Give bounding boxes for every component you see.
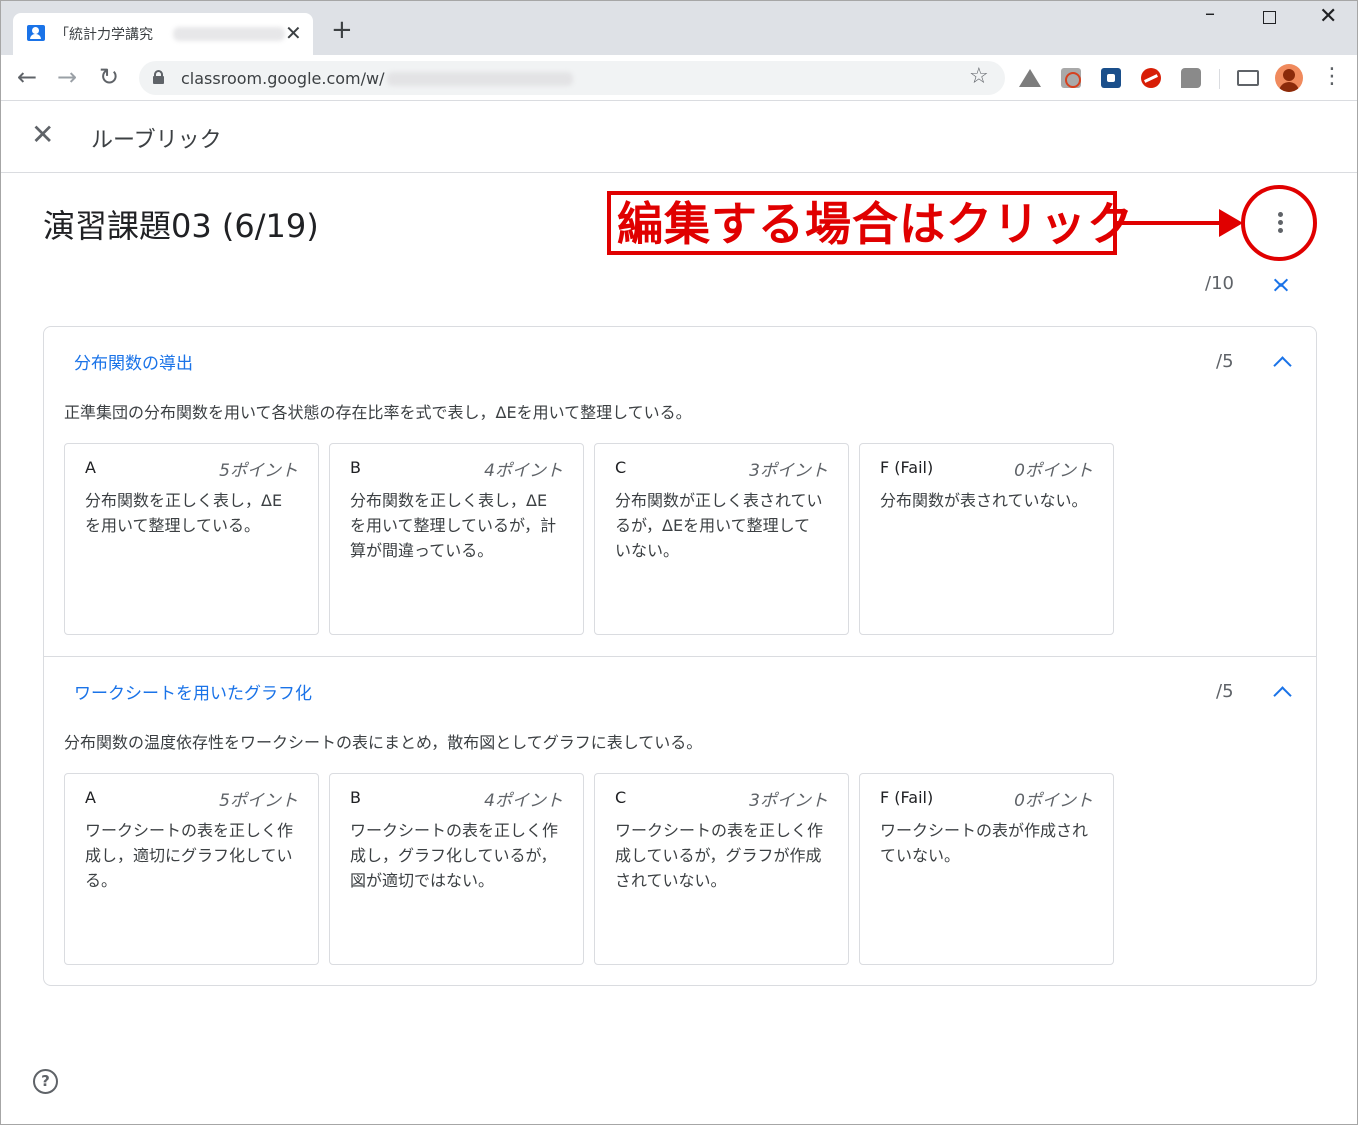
level-description: ワークシートの表を正しく作成しているが，グラフが作成されていない。 <box>615 821 824 890</box>
tab-strip: 「統計力学講究 ✕ + – ✕ <box>1 1 1357 55</box>
chevron-up-icon[interactable] <box>1272 685 1292 699</box>
level-points: 5ポイント <box>219 461 298 481</box>
level-card[interactable]: C 3ポイント ワークシートの表を正しく作成しているが，グラフが作成されていない… <box>594 773 849 965</box>
rubric-title: 演習課題03 (6/19) <box>43 207 319 245</box>
lock-extension-icon[interactable] <box>1101 68 1121 88</box>
level-points: 3ポイント <box>749 461 828 481</box>
annotation-arrow-head <box>1219 209 1243 237</box>
tab-close-icon[interactable]: ✕ <box>285 21 302 45</box>
rubric-box: 分布関数の導出 /5 正準集団の分布関数を用いて各状態の存在比率を式で表し，ΔE… <box>43 326 1317 986</box>
close-icon[interactable]: ✕ <box>31 119 54 151</box>
browser-tab[interactable]: 「統計力学講究 ✕ <box>13 13 313 55</box>
criterion-title[interactable]: ワークシートを用いたグラフ化 <box>74 679 312 704</box>
level-card[interactable]: F (Fail) 0ポイント ワークシートの表が作成されていない。 <box>859 773 1114 965</box>
level-points: 4ポイント <box>484 461 563 481</box>
criterion-score: /5 <box>1216 681 1234 702</box>
level-card[interactable]: A 5ポイント 分布関数を正しく表し，ΔE を用いて整理している。 <box>64 443 319 635</box>
level-description: ワークシートの表を正しく作成し，適切にグラフ化している。 <box>85 821 294 890</box>
url-text: classroom.google.com/w/ <box>181 69 385 88</box>
new-tab-button[interactable]: + <box>331 17 353 43</box>
page-header: ✕ ルーブリック <box>1 101 1357 173</box>
criterion-description: 分布関数の温度依存性をワークシートの表にまとめ，散布図としてグラフに表している。 <box>64 733 703 752</box>
level-points: 3ポイント <box>749 791 828 811</box>
browser-window: 「統計力学講究 ✕ + – ✕ ← → ↻ classroom.google.c… <box>0 0 1358 1125</box>
level-points: 5ポイント <box>219 791 298 811</box>
tab-title-redacted <box>173 27 285 41</box>
lock-icon[interactable] <box>153 70 164 84</box>
level-name: B <box>350 788 361 807</box>
level-description: ワークシートの表を正しく作成し，グラフ化しているが，図が適切ではない。 <box>350 821 559 890</box>
back-arrow-icon[interactable]: ← <box>17 63 37 91</box>
level-description: 分布関数が表されていない。 <box>880 491 1088 510</box>
level-name: F (Fail) <box>880 788 934 807</box>
level-description: 分布関数を正しく表し，ΔE を用いて整理しているが，計算が間違っている。 <box>350 491 557 560</box>
browser-toolbar: ← → ↻ classroom.google.com/w/ ☆ ⋮ <box>1 55 1357 101</box>
minimize-icon[interactable]: – <box>1205 3 1215 23</box>
level-name: F (Fail) <box>880 458 934 477</box>
bookmark-star-icon[interactable]: ☆ <box>969 64 989 89</box>
url-redacted <box>387 72 573 86</box>
annotation-arrow-line <box>1117 221 1225 225</box>
page-title: ルーブリック <box>91 128 222 153</box>
level-name: B <box>350 458 361 477</box>
reload-icon[interactable]: ↻ <box>99 63 119 91</box>
level-description: ワークシートの表が作成されていない。 <box>880 821 1089 865</box>
security-extension-icon[interactable] <box>1141 68 1161 88</box>
level-points: 4ポイント <box>484 791 563 811</box>
profile-avatar[interactable] <box>1275 64 1303 92</box>
chevron-up-icon[interactable] <box>1272 355 1292 369</box>
level-card[interactable]: B 4ポイント 分布関数を正しく表し，ΔE を用いて整理しているが，計算が間違っ… <box>329 443 584 635</box>
level-points: 0ポイント <box>1014 791 1093 811</box>
criterion-score: /5 <box>1216 351 1234 372</box>
criterion-description: 正準集団の分布関数を用いて各状態の存在比率を式で表し，ΔEを用いて整理している。 <box>64 403 692 422</box>
level-card[interactable]: A 5ポイント ワークシートの表を正しく作成し，適切にグラフ化している。 <box>64 773 319 965</box>
total-score: /10 <box>1205 273 1234 294</box>
level-description: 分布関数を正しく表し，ΔE を用いて整理している。 <box>85 491 283 535</box>
level-card[interactable]: F (Fail) 0ポイント 分布関数が表されていない。 <box>859 443 1114 635</box>
forward-arrow-icon[interactable]: → <box>57 63 77 91</box>
criterion-title[interactable]: 分布関数の導出 <box>74 349 193 374</box>
level-name: A <box>85 788 96 807</box>
address-bar[interactable]: classroom.google.com/w/ ☆ <box>139 61 1005 95</box>
help-icon[interactable]: ? <box>33 1069 58 1094</box>
level-name: A <box>85 458 96 477</box>
criterion-2: ワークシートを用いたグラフ化 /5 分布関数の温度依存性をワークシートの表にまと… <box>44 657 1316 987</box>
window-close-icon[interactable]: ✕ <box>1319 6 1337 28</box>
level-card[interactable]: C 3ポイント 分布関数が正しく表されているが，ΔEを用いて整理していない。 <box>594 443 849 635</box>
more-options-icon[interactable] <box>1269 207 1293 239</box>
browser-menu-icon[interactable]: ⋮ <box>1321 63 1343 91</box>
classroom-favicon-icon <box>27 25 45 41</box>
collapse-all-icon[interactable] <box>1271 273 1291 297</box>
level-points: 0ポイント <box>1014 461 1093 481</box>
toolbar-divider <box>1219 69 1220 89</box>
drive-extension-icon[interactable] <box>1019 69 1041 87</box>
annotation-box: 編集する場合はクリック <box>607 191 1133 255</box>
chat-extension-icon[interactable] <box>1181 68 1201 88</box>
level-name: C <box>615 458 627 477</box>
level-description: 分布関数が正しく表されているが，ΔEを用いて整理していない。 <box>615 491 823 560</box>
maximize-icon[interactable] <box>1263 11 1276 24</box>
criterion-1: 分布関数の導出 /5 正準集団の分布関数を用いて各状態の存在比率を式で表し，ΔE… <box>44 327 1316 657</box>
level-name: C <box>615 788 627 807</box>
tab-title: 「統計力学講究 <box>55 27 153 43</box>
annotation-text: 編集する場合はクリック <box>617 197 1134 251</box>
cast-icon[interactable] <box>1237 70 1259 86</box>
level-card[interactable]: B 4ポイント ワークシートの表を正しく作成し，グラフ化しているが，図が適切では… <box>329 773 584 965</box>
pdf-extension-icon[interactable] <box>1061 68 1081 88</box>
